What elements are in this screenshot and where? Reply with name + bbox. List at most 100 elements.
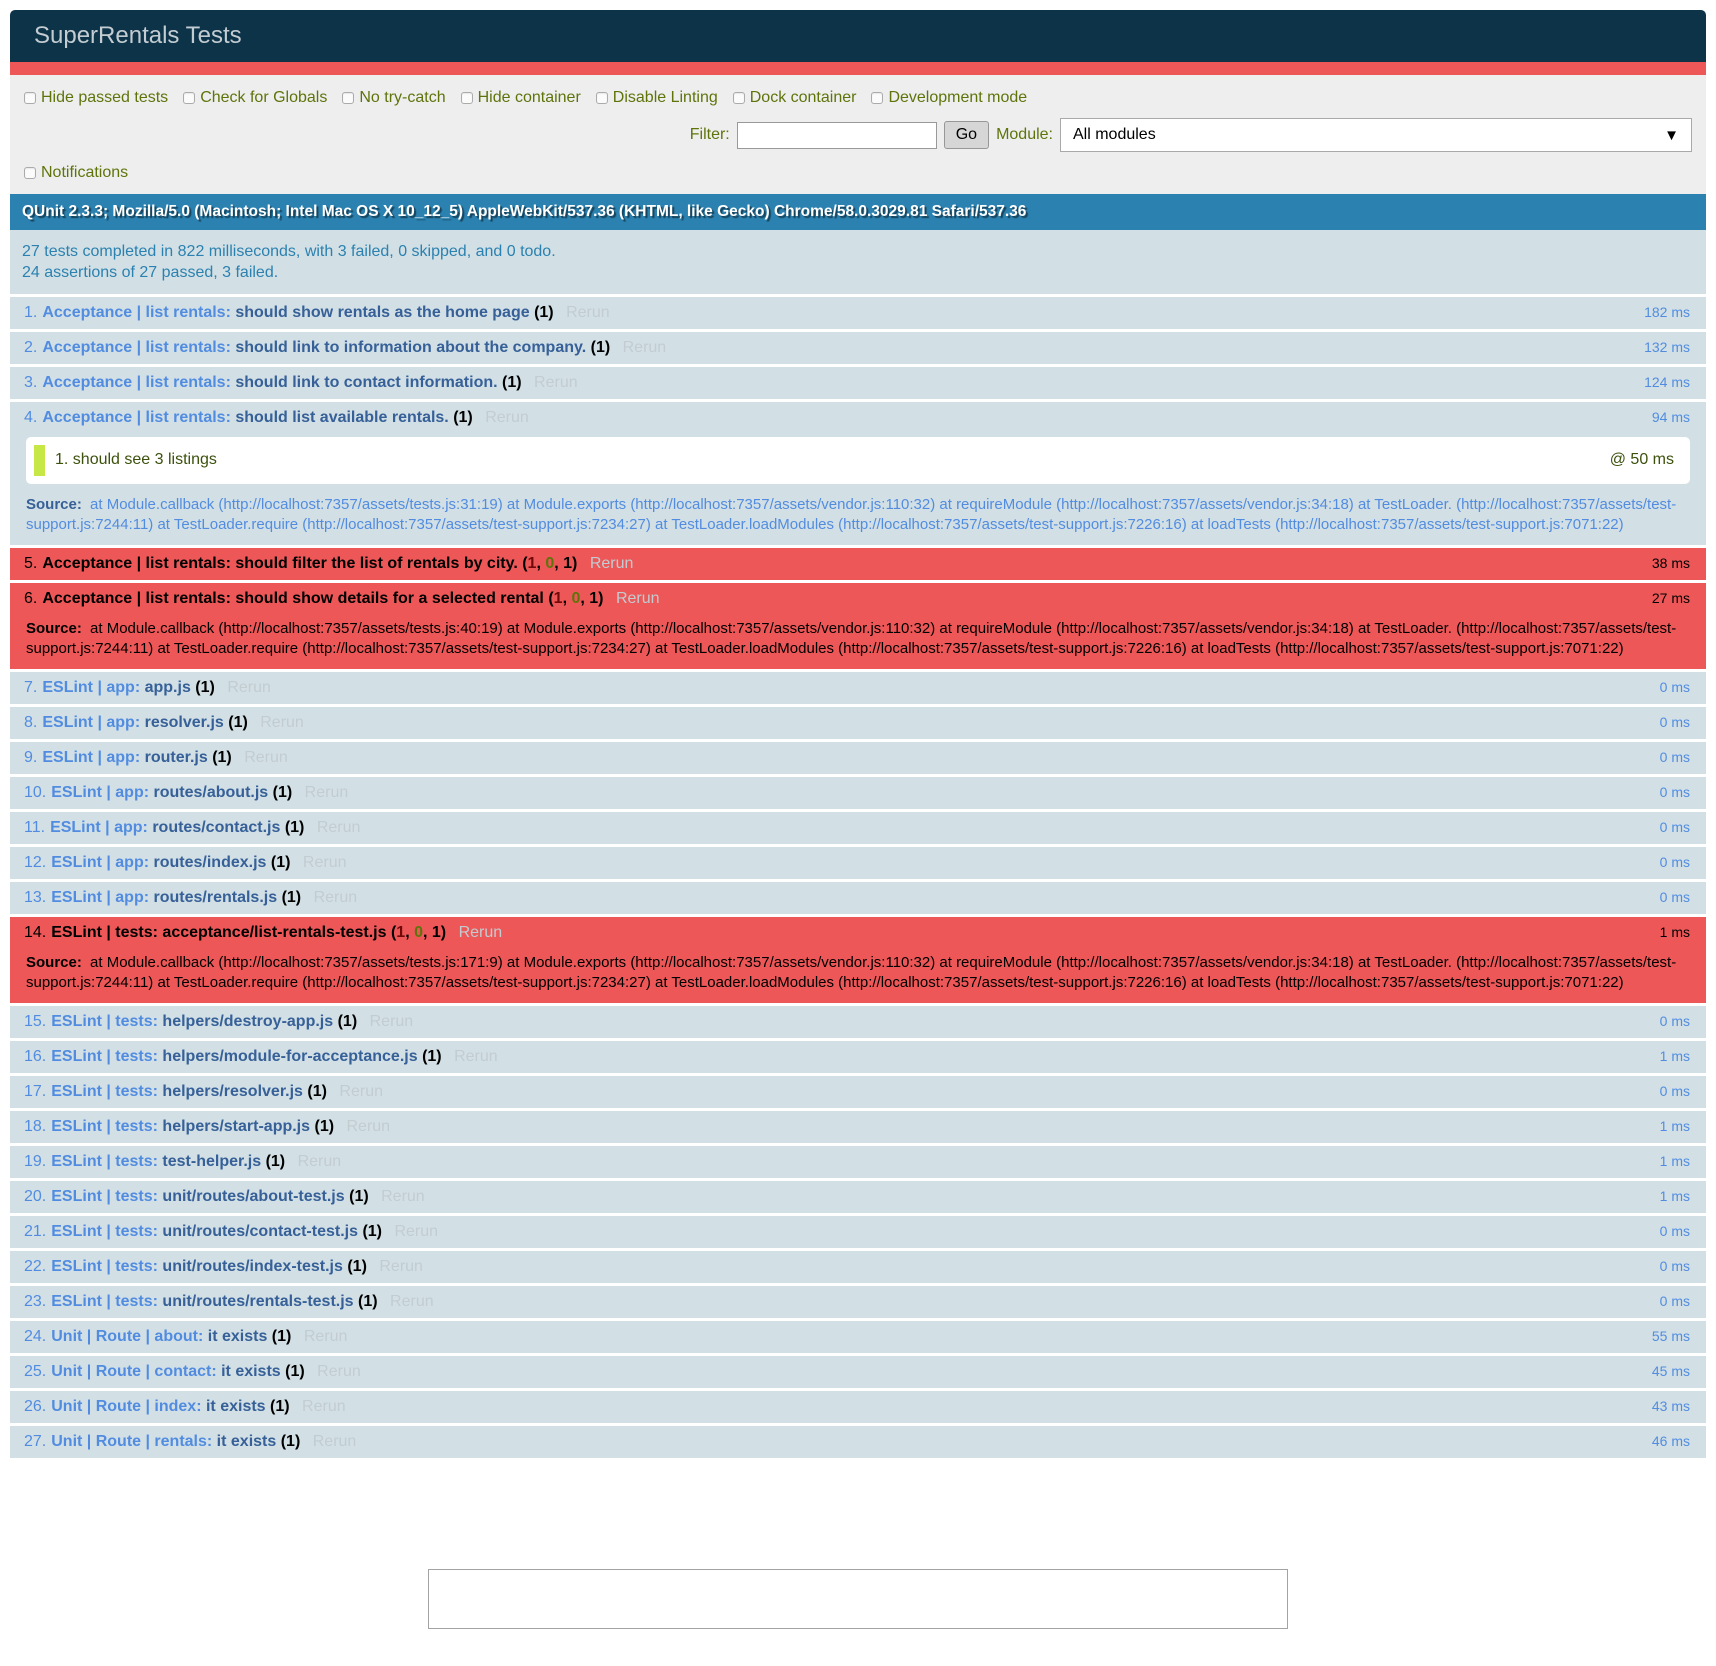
- test-title[interactable]: 3.Acceptance | list rentals: should link…: [24, 374, 526, 391]
- rerun-link[interactable]: Rerun: [582, 555, 642, 572]
- test-title[interactable]: 9.ESLint | app: router.js (1): [24, 749, 236, 766]
- module-name: ESLint | app:: [51, 889, 149, 906]
- rerun-link[interactable]: Rerun: [290, 1153, 350, 1170]
- module-name: ESLint | tests:: [51, 1188, 158, 1205]
- test-title[interactable]: 5.Acceptance | list rentals: should filt…: [24, 555, 582, 572]
- test-row: 43 ms 26.Unit | Route | index: it exists…: [10, 1391, 1706, 1426]
- rerun-link[interactable]: Rerun: [477, 409, 537, 426]
- assertion-counts-detailed: (1, 0, 1): [548, 590, 603, 607]
- rerun-link[interactable]: Rerun: [339, 1118, 399, 1135]
- toolbar-checkbox[interactable]: Check for Globals: [183, 87, 327, 109]
- rerun-link[interactable]: Rerun: [615, 339, 675, 356]
- filter-input[interactable]: [737, 122, 937, 149]
- toolbar-checkbox-input[interactable]: [342, 92, 354, 104]
- toolbar-checkbox-input[interactable]: [183, 92, 195, 104]
- toolbar-checkbox-label: No try-catch: [359, 87, 445, 109]
- test-title[interactable]: 16.ESLint | tests: helpers/module-for-ac…: [24, 1048, 446, 1065]
- chevron-down-icon: ▼: [1664, 127, 1679, 144]
- test-title[interactable]: 23.ESLint | tests: unit/routes/rentals-t…: [24, 1293, 382, 1310]
- rerun-link[interactable]: Rerun: [386, 1223, 446, 1240]
- test-title[interactable]: 26.Unit | Route | index: it exists (1): [24, 1398, 294, 1415]
- test-number: 1.: [24, 304, 37, 321]
- rerun-link[interactable]: Rerun: [371, 1258, 431, 1275]
- toolbar-checkbox[interactable]: Disable Linting: [596, 87, 718, 109]
- rerun-link[interactable]: Rerun: [295, 854, 355, 871]
- test-name: it exists: [217, 1433, 277, 1450]
- test-name: unit/routes/contact-test.js: [162, 1223, 358, 1240]
- test-name: test-helper.js: [162, 1153, 261, 1170]
- test-title[interactable]: 25.Unit | Route | contact: it exists (1): [24, 1363, 309, 1380]
- test-title[interactable]: 10.ESLint | app: routes/about.js (1): [24, 784, 297, 801]
- toolbar-checkbox-input[interactable]: [596, 92, 608, 104]
- test-title[interactable]: 8.ESLint | app: resolver.js (1): [24, 714, 252, 731]
- notifications-checkbox[interactable]: Notifications: [24, 162, 128, 184]
- test-title[interactable]: 21.ESLint | tests: unit/routes/contact-t…: [24, 1223, 386, 1240]
- rerun-link[interactable]: Rerun: [558, 304, 618, 321]
- module-name: ESLint | tests:: [51, 1223, 158, 1240]
- module-name: ESLint | app:: [42, 679, 140, 696]
- toolbar-checkbox[interactable]: Development mode: [871, 87, 1027, 109]
- test-title[interactable]: 14.ESLint | tests: acceptance/list-renta…: [24, 924, 451, 941]
- module-name: Unit | Route | about:: [51, 1328, 203, 1345]
- toolbar-checkbox[interactable]: Dock container: [733, 87, 857, 109]
- rerun-link[interactable]: Rerun: [236, 749, 296, 766]
- test-title[interactable]: 18.ESLint | tests: helpers/start-app.js …: [24, 1118, 339, 1135]
- failed-count: 1: [528, 555, 537, 572]
- test-row: 0 ms 15.ESLint | tests: helpers/destroy-…: [10, 1006, 1706, 1041]
- test-name: it exists: [208, 1328, 268, 1345]
- rerun-link[interactable]: Rerun: [306, 889, 366, 906]
- rerun-link[interactable]: Rerun: [373, 1188, 433, 1205]
- test-title[interactable]: 17.ESLint | tests: helpers/resolver.js (…: [24, 1083, 331, 1100]
- module-name: ESLint | app:: [51, 854, 149, 871]
- rerun-link[interactable]: Rerun: [297, 784, 357, 801]
- toolbar-checkbox[interactable]: Hide container: [461, 87, 581, 109]
- rerun-link[interactable]: Rerun: [362, 1013, 422, 1030]
- test-title[interactable]: 11.ESLint | app: routes/contact.js (1): [24, 819, 309, 836]
- rerun-link[interactable]: Rerun: [446, 1048, 506, 1065]
- toolbar-checkbox[interactable]: Hide passed tests: [24, 87, 168, 109]
- rerun-link[interactable]: Rerun: [294, 1398, 354, 1415]
- rerun-link[interactable]: Rerun: [382, 1293, 442, 1310]
- rerun-link[interactable]: Rerun: [219, 679, 279, 696]
- test-title[interactable]: 24.Unit | Route | about: it exists (1): [24, 1328, 296, 1345]
- rerun-link[interactable]: Rerun: [309, 819, 369, 836]
- test-title[interactable]: 22.ESLint | tests: unit/routes/index-tes…: [24, 1258, 371, 1275]
- toolbar-checkbox-input[interactable]: [24, 92, 36, 104]
- test-title[interactable]: 20.ESLint | tests: unit/routes/about-tes…: [24, 1188, 373, 1205]
- toolbar-checkbox[interactable]: No try-catch: [342, 87, 445, 109]
- rerun-link[interactable]: Rerun: [252, 714, 312, 731]
- test-title[interactable]: 15.ESLint | tests: helpers/destroy-app.j…: [24, 1013, 362, 1030]
- test-title[interactable]: 4.Acceptance | list rentals: should list…: [24, 409, 477, 426]
- toolbar-checkbox-input[interactable]: [733, 92, 745, 104]
- test-name: should show details for a selected renta…: [235, 590, 544, 607]
- test-title[interactable]: 13.ESLint | app: routes/rentals.js (1): [24, 889, 306, 906]
- test-row: 55 ms 24.Unit | Route | about: it exists…: [10, 1321, 1706, 1356]
- page-title: SuperRentals Tests: [10, 10, 1706, 62]
- test-row: 0 ms 8.ESLint | app: resolver.js (1) Rer…: [10, 707, 1706, 742]
- test-name: should list available rentals.: [235, 409, 448, 426]
- page-title-link[interactable]: SuperRentals Tests: [34, 22, 242, 49]
- go-button[interactable]: Go: [944, 121, 989, 149]
- assertion-row[interactable]: @ 50 ms 1. should see 3 listings: [34, 445, 1682, 476]
- rerun-link[interactable]: Rerun: [331, 1083, 391, 1100]
- rerun-link[interactable]: Rerun: [451, 924, 511, 941]
- test-title[interactable]: 1.Acceptance | list rentals: should show…: [24, 304, 558, 321]
- toolbar-checkbox-label: Check for Globals: [200, 87, 327, 109]
- toolbar-checkbox-input[interactable]: [871, 92, 883, 104]
- failed-count: 1: [396, 924, 405, 941]
- test-title[interactable]: 2.Acceptance | list rentals: should link…: [24, 339, 615, 356]
- toolbar-checkbox-label: Disable Linting: [613, 87, 718, 109]
- rerun-link[interactable]: Rerun: [526, 374, 586, 391]
- test-title[interactable]: 7.ESLint | app: app.js (1): [24, 679, 219, 696]
- toolbar-checkbox-input[interactable]: [461, 92, 473, 104]
- test-title[interactable]: 19.ESLint | tests: test-helper.js (1): [24, 1153, 290, 1170]
- test-title[interactable]: 6.Acceptance | list rentals: should show…: [24, 590, 608, 607]
- test-title[interactable]: 27.Unit | Route | rentals: it exists (1): [24, 1433, 305, 1450]
- notifications-checkbox-input[interactable]: [24, 167, 36, 179]
- rerun-link[interactable]: Rerun: [305, 1433, 365, 1450]
- rerun-link[interactable]: Rerun: [608, 590, 668, 607]
- rerun-link[interactable]: Rerun: [296, 1328, 356, 1345]
- module-select[interactable]: All modules ▼: [1060, 118, 1692, 152]
- rerun-link[interactable]: Rerun: [309, 1363, 369, 1380]
- test-title[interactable]: 12.ESLint | app: routes/index.js (1): [24, 854, 295, 871]
